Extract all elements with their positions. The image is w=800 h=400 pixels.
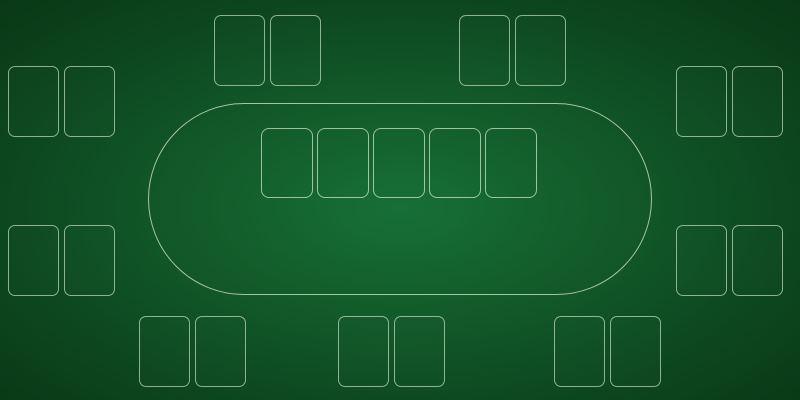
seat-top-left-center[interactable]: [214, 15, 324, 87]
hole-card-slot-2[interactable]: [195, 316, 246, 387]
seat-top-right-center[interactable]: [459, 15, 569, 87]
seat-lower-left[interactable]: [8, 225, 118, 297]
seat-upper-right[interactable]: [676, 66, 786, 138]
seat-bottom-right[interactable]: [554, 316, 664, 388]
hole-card-slot-1[interactable]: [139, 316, 190, 387]
hole-card-slot-1[interactable]: [676, 225, 727, 296]
seat-bottom-left[interactable]: [139, 316, 249, 388]
hole-card-slot-2[interactable]: [515, 15, 566, 86]
seat-lower-right[interactable]: [676, 225, 786, 297]
hole-card-slot-2[interactable]: [732, 66, 783, 137]
community-card-slot-5[interactable]: [485, 128, 537, 198]
hole-card-slot-2[interactable]: [270, 15, 321, 86]
seat-upper-left[interactable]: [8, 66, 118, 138]
community-card-slot-3[interactable]: [373, 128, 425, 198]
hole-card-slot-2[interactable]: [64, 225, 115, 296]
community-card-slot-1[interactable]: [261, 128, 313, 198]
hole-card-slot-2[interactable]: [732, 225, 783, 296]
hole-card-slot-1[interactable]: [459, 15, 510, 86]
seat-bottom-center[interactable]: [338, 316, 448, 388]
hole-card-slot-1[interactable]: [214, 15, 265, 86]
hole-card-slot-2[interactable]: [610, 316, 661, 387]
hole-card-slot-1[interactable]: [8, 225, 59, 296]
community-cards-area: [261, 128, 541, 200]
hole-card-slot-1[interactable]: [554, 316, 605, 387]
poker-table-felt: [0, 0, 800, 400]
hole-card-slot-1[interactable]: [676, 66, 727, 137]
hole-card-slot-2[interactable]: [64, 66, 115, 137]
community-card-slot-4[interactable]: [429, 128, 481, 198]
hole-card-slot-1[interactable]: [8, 66, 59, 137]
hole-card-slot-1[interactable]: [338, 316, 389, 387]
hole-card-slot-2[interactable]: [394, 316, 445, 387]
community-card-slot-2[interactable]: [317, 128, 369, 198]
